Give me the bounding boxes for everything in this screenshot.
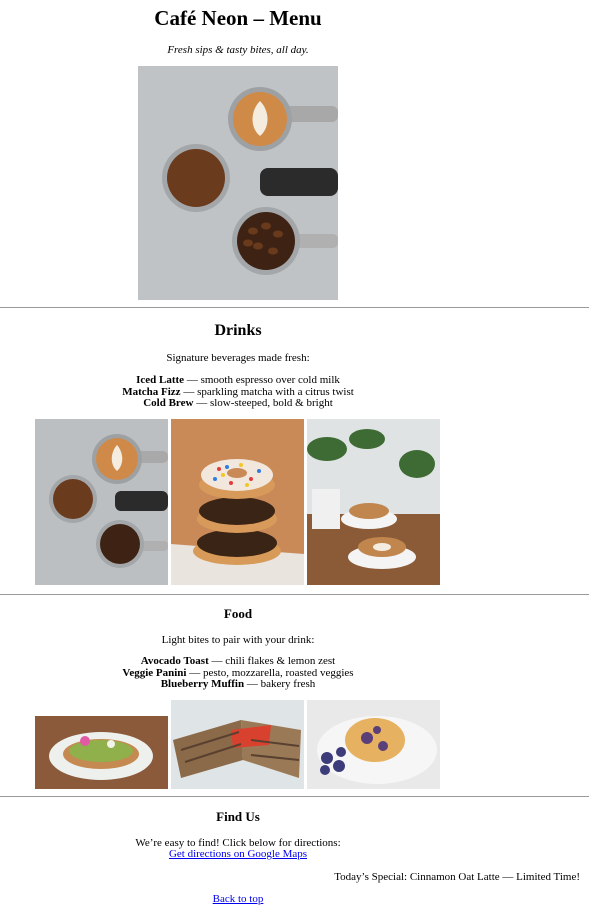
find-us-heading: Find Us [216,809,260,824]
back-to-top-link[interactable]: Back to top [213,893,264,905]
page-title: Café Neon – Menu [154,6,322,30]
drinks-image-portafilters [35,419,168,585]
food-list: Avocado Toast — chili flakes & lemon zes… [0,655,476,691]
drinks-image-cappuccinos [307,419,440,585]
tagline: Fresh sips & tasty bites, all day. [167,44,309,56]
food-image-avocado-toast [35,716,168,789]
directions-link[interactable]: Get directions on Google Maps [169,848,307,860]
food-image-panini [171,700,304,789]
food-image-blueberry-muffin [307,700,440,789]
drinks-intro: Signature beverages made fresh: [166,352,310,364]
section-divider [0,307,589,308]
todays-special: Today’s Special: Cinnamon Oat Latte — Li… [334,871,580,883]
food-intro: Light bites to pair with your drink: [161,634,315,646]
drinks-heading: Drinks [214,322,262,339]
list-item: Blueberry Muffin — bakery fresh [160,678,316,690]
hero-coffee-image [138,66,338,300]
section-divider [0,796,589,797]
drinks-image-donuts [171,419,304,585]
list-item: Cold Brew — slow-steeped, bold & bright [143,397,333,409]
drinks-list: Iced Latte — smooth espresso over cold m… [0,374,476,410]
section-divider [0,594,589,595]
food-heading: Food [223,606,253,621]
